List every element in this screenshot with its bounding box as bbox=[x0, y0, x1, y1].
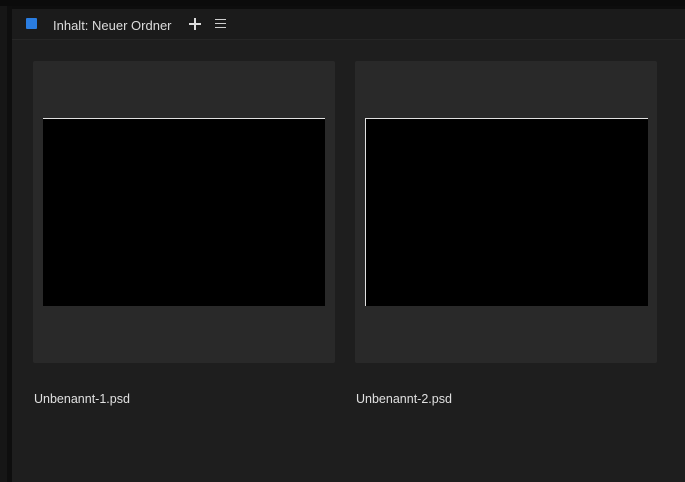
thumbnail-image bbox=[43, 118, 325, 306]
item-filename[interactable]: Unbenannt-1.psd bbox=[34, 392, 130, 407]
hamburger-menu-icon[interactable] bbox=[215, 19, 227, 29]
plus-icon[interactable] bbox=[189, 17, 203, 31]
panel-header: Inhalt: Neuer Ordner bbox=[12, 9, 685, 40]
top-strip bbox=[0, 0, 685, 6]
left-edge-panel bbox=[0, 6, 7, 482]
content-panel: Inhalt: Neuer Ordner Unbenannt-1.psd Unb… bbox=[12, 9, 685, 482]
item-thumbnail-card[interactable] bbox=[355, 61, 657, 363]
panel-color-label-icon bbox=[26, 18, 37, 29]
panel-title[interactable]: Inhalt: Neuer Ordner bbox=[53, 18, 172, 33]
item-filename[interactable]: Unbenannt-2.psd bbox=[356, 392, 452, 407]
item-thumbnail-card[interactable] bbox=[33, 61, 335, 363]
thumbnail-image bbox=[365, 118, 648, 306]
